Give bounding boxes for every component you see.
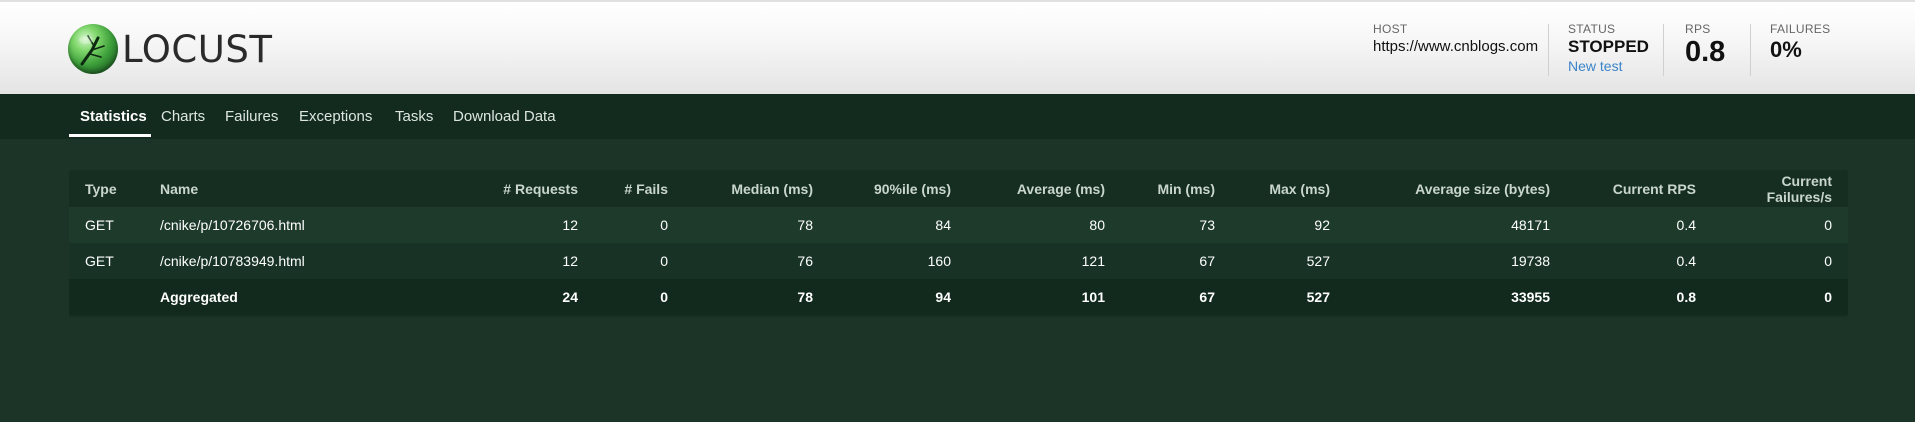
cell-median: 78 bbox=[684, 279, 829, 315]
cell-max: 527 bbox=[1231, 243, 1346, 279]
statistics-table: Type Name # Requests # Fails Median (ms)… bbox=[69, 170, 1848, 317]
cell-type: GET bbox=[69, 243, 144, 279]
tab-exceptions[interactable]: Exceptions bbox=[299, 94, 372, 139]
column-header-requests[interactable]: # Requests bbox=[374, 170, 594, 207]
column-header-min[interactable]: Min (ms) bbox=[1121, 170, 1231, 207]
new-test-link[interactable]: New test bbox=[1568, 58, 1649, 74]
status-value: STOPPED bbox=[1568, 37, 1649, 56]
host-stat: HOST https://www.cnblogs.com bbox=[1373, 22, 1538, 55]
cell-90pct: 160 bbox=[829, 243, 967, 279]
cell-90pct: 84 bbox=[829, 207, 967, 243]
rps-value: 0.8 bbox=[1685, 36, 1726, 68]
column-header-average[interactable]: Average (ms) bbox=[967, 170, 1121, 207]
host-label: HOST bbox=[1373, 22, 1408, 36]
divider bbox=[1548, 24, 1549, 76]
cell-max: 527 bbox=[1231, 279, 1346, 315]
column-header-name[interactable]: Name bbox=[144, 170, 374, 207]
cell-name: /cnike/p/10783949.html bbox=[144, 243, 374, 279]
logo: LOCUST bbox=[68, 24, 272, 74]
column-header-current-rps[interactable]: Current RPS bbox=[1566, 170, 1712, 207]
cell-current-rps: 0.8 bbox=[1566, 279, 1712, 315]
cell-fails: 0 bbox=[594, 207, 684, 243]
cell-fails: 0 bbox=[594, 243, 684, 279]
tab-download-data[interactable]: Download Data bbox=[453, 94, 556, 139]
header: LOCUST HOST https://www.cnblogs.com STAT… bbox=[0, 0, 1915, 94]
rps-label: RPS bbox=[1685, 22, 1711, 36]
cell-average-size: 33955 bbox=[1346, 279, 1566, 315]
cell-max: 92 bbox=[1231, 207, 1346, 243]
tab-bar: Statistics Charts Failures Exceptions Ta… bbox=[0, 94, 1915, 139]
divider bbox=[1663, 24, 1664, 76]
tab-statistics[interactable]: Statistics bbox=[80, 94, 147, 139]
column-header-current-failures[interactable]: Current Failures/s bbox=[1712, 170, 1848, 207]
table-row-aggregated: Aggregated 24 0 78 94 101 67 527 33955 0… bbox=[69, 279, 1848, 315]
cell-requests: 12 bbox=[374, 243, 594, 279]
cell-average: 121 bbox=[967, 243, 1121, 279]
column-header-type[interactable]: Type bbox=[69, 170, 144, 207]
cell-average: 101 bbox=[967, 279, 1121, 315]
cell-requests: 12 bbox=[374, 207, 594, 243]
cell-fails: 0 bbox=[594, 279, 684, 315]
tab-failures[interactable]: Failures bbox=[225, 94, 278, 139]
rps-stat: RPS 0.8 bbox=[1685, 22, 1725, 69]
cell-min: 73 bbox=[1121, 207, 1231, 243]
column-header-fails[interactable]: # Fails bbox=[594, 170, 684, 207]
cell-name: Aggregated bbox=[144, 279, 374, 315]
cell-current-failures: 0 bbox=[1712, 207, 1848, 243]
column-header-average-size[interactable]: Average size (bytes) bbox=[1346, 170, 1566, 207]
cell-median: 76 bbox=[684, 243, 829, 279]
status-label: STATUS bbox=[1568, 22, 1616, 36]
cell-average-size: 19738 bbox=[1346, 243, 1566, 279]
column-header-median[interactable]: Median (ms) bbox=[684, 170, 829, 207]
table-row: GET /cnike/p/10726706.html 12 0 78 84 80… bbox=[69, 207, 1848, 243]
column-header-max[interactable]: Max (ms) bbox=[1231, 170, 1346, 207]
cell-current-rps: 0.4 bbox=[1566, 207, 1712, 243]
cell-90pct: 94 bbox=[829, 279, 967, 315]
divider bbox=[1750, 24, 1751, 76]
failures-value: 0% bbox=[1770, 37, 1802, 62]
cell-requests: 24 bbox=[374, 279, 594, 315]
cell-average-size: 48171 bbox=[1346, 207, 1566, 243]
active-tab-indicator bbox=[69, 134, 151, 137]
table-header-row: Type Name # Requests # Fails Median (ms)… bbox=[69, 170, 1848, 207]
cell-current-rps: 0.4 bbox=[1566, 243, 1712, 279]
failures-label: FAILURES bbox=[1770, 22, 1831, 36]
cell-current-failures: 0 bbox=[1712, 279, 1848, 315]
host-value: https://www.cnblogs.com bbox=[1373, 38, 1539, 55]
failures-stat: FAILURES 0% bbox=[1770, 22, 1830, 63]
tab-charts[interactable]: Charts bbox=[161, 94, 205, 139]
logo-text: LOCUST bbox=[122, 27, 273, 71]
cell-average: 80 bbox=[967, 207, 1121, 243]
tab-tasks[interactable]: Tasks bbox=[395, 94, 433, 139]
table-row: GET /cnike/p/10783949.html 12 0 76 160 1… bbox=[69, 243, 1848, 279]
cell-name: /cnike/p/10726706.html bbox=[144, 207, 374, 243]
cell-min: 67 bbox=[1121, 279, 1231, 315]
column-header-90pct[interactable]: 90%ile (ms) bbox=[829, 170, 967, 207]
cell-current-failures: 0 bbox=[1712, 243, 1848, 279]
status-stat: STATUS STOPPED New test bbox=[1568, 22, 1649, 74]
cell-median: 78 bbox=[684, 207, 829, 243]
locust-logo-icon bbox=[68, 24, 118, 74]
cell-type bbox=[69, 279, 144, 315]
cell-type: GET bbox=[69, 207, 144, 243]
cell-min: 67 bbox=[1121, 243, 1231, 279]
